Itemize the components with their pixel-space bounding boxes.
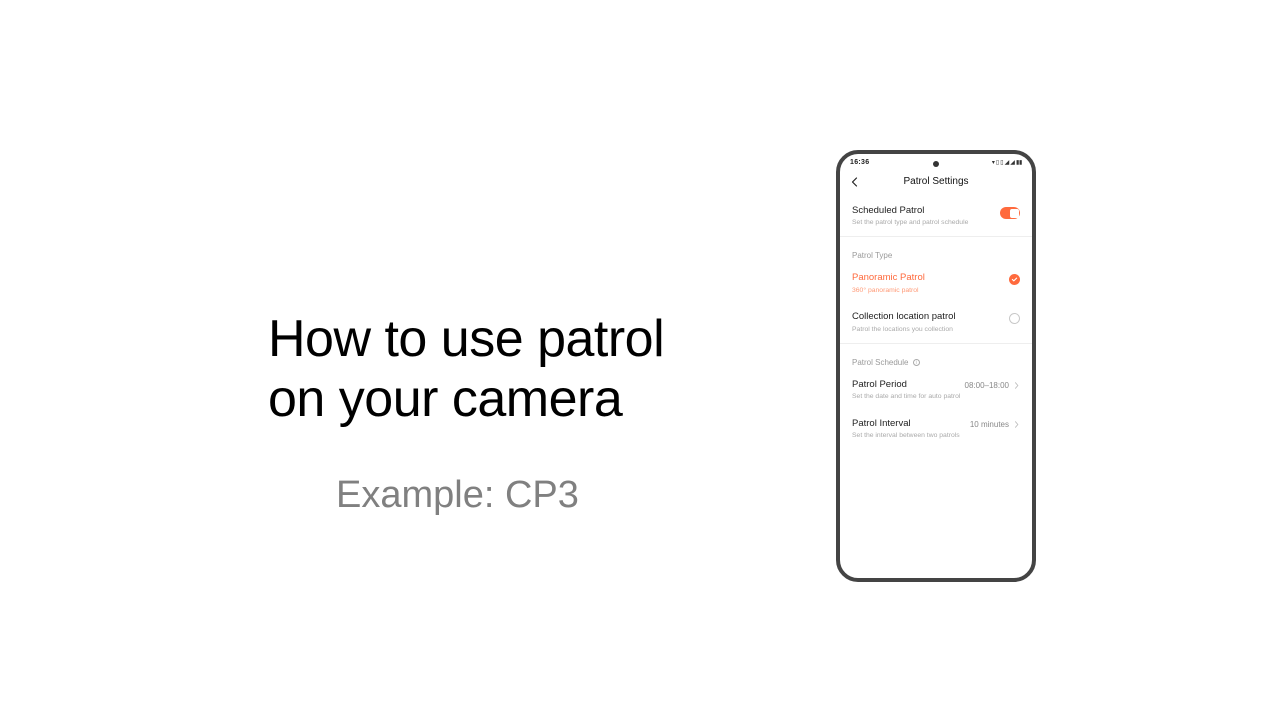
period-title: Patrol Period [852, 379, 965, 391]
panoramic-title: Panoramic Patrol [852, 272, 1009, 284]
radio-unchecked-icon [1009, 313, 1020, 324]
nav-title: Patrol Settings [850, 176, 1022, 187]
nav-bar: Patrol Settings [840, 168, 1032, 197]
slide-text-block: How to use patrol on your camera Example… [268, 310, 664, 517]
row-patrol-period[interactable]: Patrol Period Set the date and time for … [840, 371, 1032, 410]
scheduled-sub: Set the patrol type and patrol schedule [852, 219, 1000, 228]
radio-checked-icon [1009, 274, 1020, 285]
scheduled-toggle[interactable] [1000, 207, 1020, 219]
interval-title: Patrol Interval [852, 418, 970, 430]
slide-title: How to use patrol on your camera [268, 310, 664, 430]
status-icons: ▾ ▯ ▯ ◢ ◢ ▮▮ [992, 159, 1022, 166]
row-collection-patrol[interactable]: Collection location patrol Patrol the lo… [840, 303, 1032, 343]
panoramic-sub: 360° panoramic patrol [852, 287, 1009, 296]
section-header-type: Patrol Type [840, 237, 1032, 264]
section-header-schedule: Patrol Schedule i [840, 344, 1032, 371]
collection-sub: Patrol the locations you collection [852, 326, 1009, 335]
period-value: 08:00–18:00 [965, 381, 1010, 390]
row-patrol-interval[interactable]: Patrol Interval Set the interval between… [840, 410, 1032, 449]
slide-subtitle: Example: CP3 [336, 474, 664, 517]
row-scheduled-patrol: Scheduled Patrol Set the patrol type and… [840, 197, 1032, 237]
status-bar: 16:36 ▾ ▯ ▯ ◢ ◢ ▮▮ [840, 154, 1032, 168]
schedule-header-text: Patrol Schedule [852, 358, 908, 367]
title-line-2: on your camera [268, 370, 622, 428]
collection-title: Collection location patrol [852, 311, 1009, 323]
phone-mockup: 16:36 ▾ ▯ ▯ ◢ ◢ ▮▮ Patrol Settings Sched… [836, 150, 1036, 582]
chevron-right-icon [1013, 420, 1020, 429]
info-icon[interactable]: i [913, 359, 920, 366]
interval-value: 10 minutes [970, 420, 1009, 429]
scheduled-title: Scheduled Patrol [852, 205, 1000, 217]
chevron-right-icon [1013, 381, 1020, 390]
title-line-1: How to use patrol [268, 310, 664, 368]
status-time: 16:36 [850, 159, 869, 166]
back-icon[interactable] [850, 177, 860, 187]
row-panoramic-patrol[interactable]: Panoramic Patrol 360° panoramic patrol [840, 264, 1032, 303]
interval-sub: Set the interval between two patrols [852, 432, 970, 441]
period-sub: Set the date and time for auto patrol [852, 393, 965, 402]
